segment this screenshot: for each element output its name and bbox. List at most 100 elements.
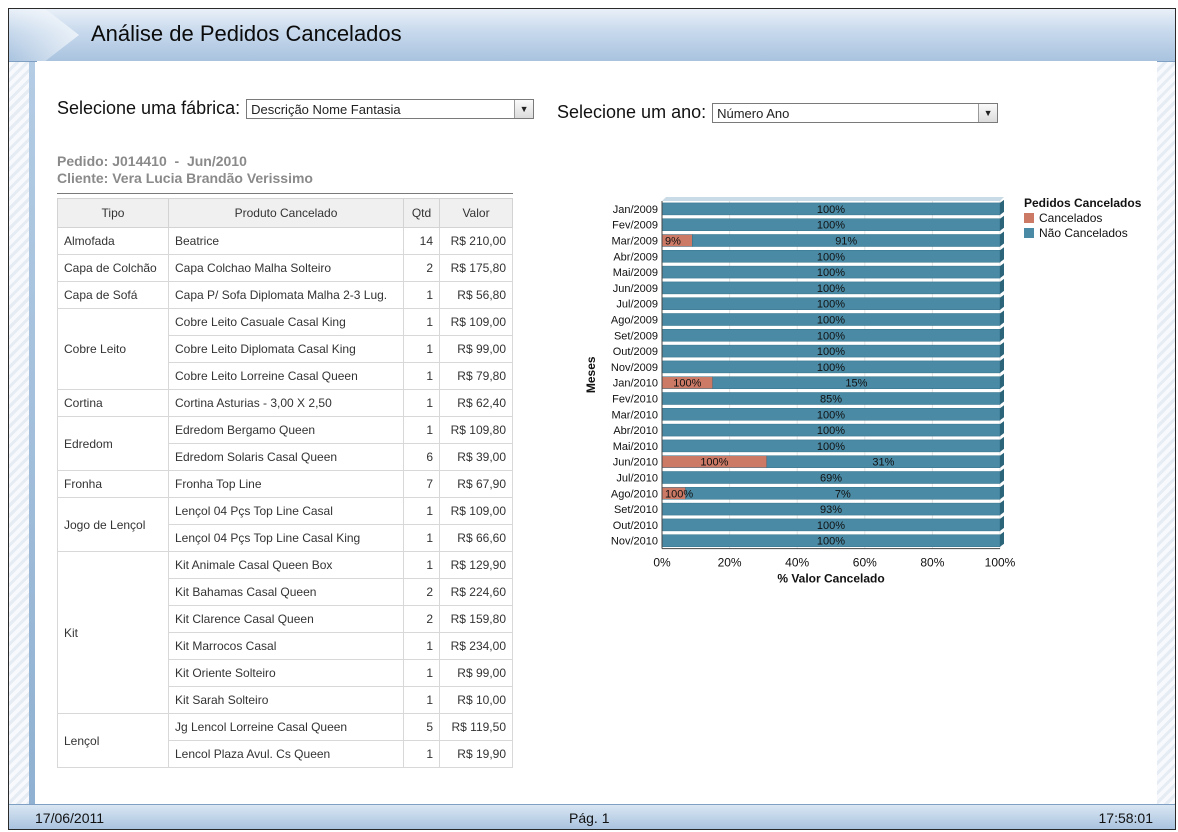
cell-qtd: 1: [403, 632, 440, 660]
cell-valor: R$ 79,80: [439, 362, 513, 390]
chart-value-label: 100%: [673, 378, 701, 390]
chart-bar-side-face: [1000, 452, 1004, 468]
chart-bar-side-face: [1000, 389, 1004, 405]
chart-value-label: 100%: [817, 315, 845, 327]
left-accent-bar: [29, 61, 35, 821]
chart-value-label: 100%: [817, 425, 845, 437]
year-filter: Selecione um ano: Número Ano ▼: [557, 102, 999, 123]
chart-value-label: 9%: [665, 236, 681, 248]
cell-produto: Edredom Solaris Casal Queen: [168, 443, 404, 471]
chart-x-axis-title: % Valor Cancelado: [777, 572, 884, 586]
chart-x-tick-label: 60%: [853, 556, 877, 570]
chart-category-label: Ago/2010: [611, 488, 658, 500]
chart-legend-title: Pedidos Cancelados: [1024, 196, 1142, 210]
chart-bar-side-face: [1000, 215, 1004, 231]
chart-bar-side-face: [1000, 342, 1004, 358]
chart-bar-side-face: [1000, 515, 1004, 531]
chart-bar-side-face: [1000, 326, 1004, 342]
chart-bar-side-face: [1000, 263, 1004, 279]
column-header-valor: Valor: [439, 198, 513, 228]
factory-select-value: Descrição Nome Fantasia: [251, 101, 401, 117]
order-client: Cliente: Vera Lucia Brandão Verissimo: [57, 170, 313, 186]
cell-tipo: Cobre Leito: [57, 308, 169, 390]
cell-valor: R$ 119,50: [439, 713, 513, 741]
chart-value-label: 15%: [845, 378, 867, 390]
chart-bar-side-face: [1000, 294, 1004, 310]
chart-value-label: 100%: [817, 346, 845, 358]
chart-category-label: Abr/2009: [613, 251, 658, 263]
cell-qtd: 14: [403, 227, 440, 255]
cell-qtd: 7: [403, 470, 440, 498]
chart-category-label: Out/2009: [613, 346, 658, 358]
chart-category-label: Nov/2010: [611, 536, 658, 548]
column-header-qtd: Qtd: [403, 198, 440, 228]
year-select-value: Número Ano: [717, 105, 790, 121]
chart-x-tick-label: 100%: [985, 556, 1016, 570]
chart-category-label: Mar/2010: [612, 409, 658, 421]
factory-filter: Selecione uma fábrica: Descrição Nome Fa…: [57, 98, 535, 119]
left-border-pattern: [9, 9, 30, 829]
cell-tipo: Cortina: [57, 389, 169, 417]
order-info: Pedido: J014410 - Jun/2010 Cliente: Vera…: [57, 153, 313, 187]
chart-x-tick-label: 80%: [920, 556, 944, 570]
year-filter-label: Selecione um ano:: [557, 102, 707, 122]
year-select[interactable]: Número Ano ▼: [712, 102, 999, 123]
cell-valor: R$ 56,80: [439, 281, 513, 309]
cell-tipo: Capa de Sofá: [57, 281, 169, 309]
footer-page-number: Pág. 1: [569, 810, 610, 826]
cell-produto: Lencol Plaza Avul. Cs Queen: [168, 740, 404, 768]
cell-qtd: 1: [403, 416, 440, 444]
cell-tipo: Capa de Colchão: [57, 254, 169, 282]
chart-value-label: 100%: [817, 220, 845, 232]
cell-valor: R$ 109,00: [439, 497, 513, 525]
factory-filter-label: Selecione uma fábrica:: [57, 98, 241, 118]
cell-produto: Lençol 04 Pçs Top Line Casal King: [168, 524, 404, 552]
page-title: Análise de Pedidos Cancelados: [91, 21, 402, 46]
cell-valor: R$ 210,00: [439, 227, 513, 255]
table-row: Capa de Sofá Capa P/ Sofa Diplomata Malha…: [57, 281, 513, 309]
cell-tipo: Lençol: [57, 713, 169, 768]
chart-x-tick-label: 20%: [718, 556, 742, 570]
chevron-down-icon[interactable]: ▼: [514, 99, 534, 118]
factory-select[interactable]: Descrição Nome Fantasia ▼: [246, 98, 535, 119]
cell-qtd: 1: [403, 686, 440, 714]
chart-value-label: 100%: [817, 409, 845, 421]
cancelled-items-table: Tipo Produto Cancelado Qtd Valor Almofad…: [57, 198, 513, 768]
cell-valor: R$ 109,00: [439, 308, 513, 336]
cell-qtd: 1: [403, 335, 440, 363]
cell-valor: R$ 109,80: [439, 416, 513, 444]
chart-x-tick-label: 40%: [785, 556, 809, 570]
chart-value-label: 85%: [820, 394, 842, 406]
chart-category-label: Fev/2009: [612, 220, 658, 232]
chart-y-axis-title: Meses: [584, 356, 598, 393]
table-row: Cobre Leito Cobre Leito Casuale Casal Kin…: [57, 308, 513, 390]
chart-value-label: 100%: [817, 299, 845, 311]
cell-produto: Cobre Leito Casuale Casal King: [168, 308, 404, 336]
chart-value-label: 100%: [817, 536, 845, 548]
chart-category-label: Jun/2009: [613, 283, 658, 295]
chart-bar-side-face: [1000, 500, 1004, 516]
table-row: Almofada Beatrice 14 R$ 210,00: [57, 227, 513, 255]
table-row: Lençol Jg Lencol Lorreine Casal Queen 5 R$ …: [57, 713, 513, 768]
chart-bar-side-face: [1000, 357, 1004, 373]
chart-value-label: 100%: [817, 267, 845, 279]
cell-produto: Cobre Leito Lorreine Casal Queen: [168, 362, 404, 390]
cell-valor: R$ 67,90: [439, 470, 513, 498]
column-header-produto: Produto Cancelado: [168, 198, 404, 228]
chart-value-label: 100%: [817, 204, 845, 216]
chart-bar-side-face: [1000, 436, 1004, 452]
chevron-down-icon[interactable]: ▼: [978, 103, 998, 122]
chart-bar-side-face: [1000, 310, 1004, 326]
column-header-tipo: Tipo: [57, 198, 169, 228]
footer-time: 17:58:01: [1098, 810, 1154, 826]
footer-date: 17/06/2011: [35, 810, 105, 826]
cell-qtd: 2: [403, 254, 440, 282]
chart-value-label: 91%: [835, 236, 857, 248]
table-row: Kit Kit Animale Casal Queen Box 1 R$ 129,90: [57, 551, 513, 714]
cell-valor: R$ 39,00: [439, 443, 513, 471]
chart-legend-label: Não Cancelados: [1039, 226, 1128, 240]
chart-value-label: 31%: [872, 457, 894, 469]
chart-value-label: 100%: [700, 457, 728, 469]
cell-qtd: 1: [403, 524, 440, 552]
report-window: Análise de Pedidos Cancelados Selecione …: [8, 8, 1176, 830]
